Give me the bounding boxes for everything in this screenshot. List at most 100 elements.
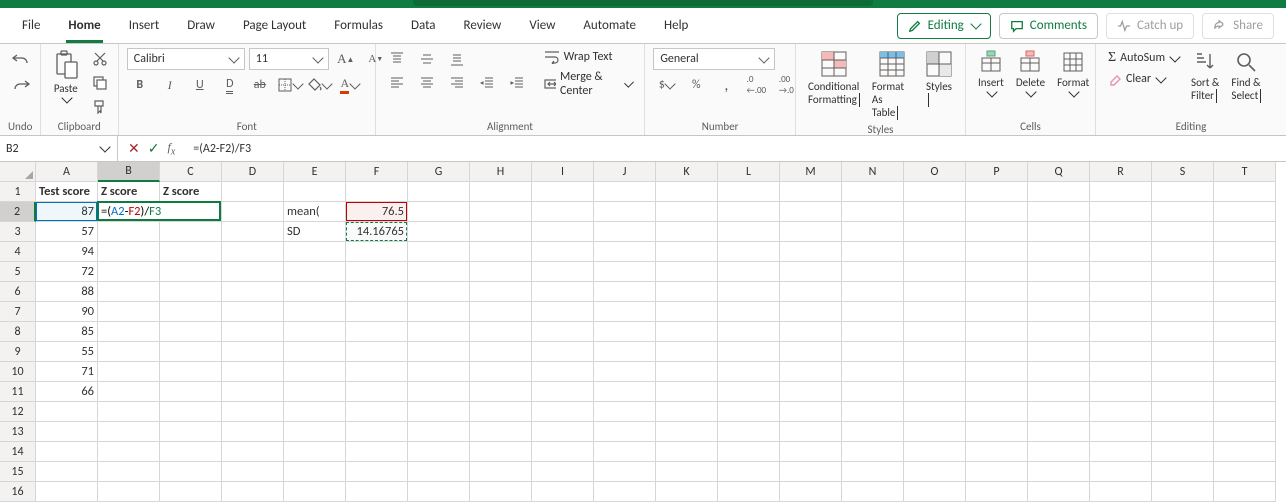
cell[interactable]: [966, 382, 1028, 402]
tab-help[interactable]: Help: [650, 8, 702, 43]
cell[interactable]: [656, 262, 718, 282]
cell[interactable]: [1214, 322, 1276, 342]
cell[interactable]: [780, 442, 842, 462]
cell[interactable]: [532, 342, 594, 362]
cell[interactable]: [656, 402, 718, 422]
number-format-select[interactable]: General: [653, 48, 775, 70]
font-color-button[interactable]: A: [337, 74, 363, 96]
cell[interactable]: [780, 282, 842, 302]
cell[interactable]: [98, 382, 160, 402]
cell[interactable]: [284, 322, 346, 342]
cell[interactable]: [904, 362, 966, 382]
cell[interactable]: [904, 422, 966, 442]
cell[interactable]: [1028, 262, 1090, 282]
cell[interactable]: [1090, 362, 1152, 382]
cell[interactable]: [470, 342, 532, 362]
select-all-corner[interactable]: [0, 162, 36, 182]
align-middle-button[interactable]: [414, 48, 440, 70]
cell[interactable]: [656, 442, 718, 462]
cell[interactable]: [780, 222, 842, 242]
cell[interactable]: [1152, 302, 1214, 322]
cell[interactable]: [966, 362, 1028, 382]
cell[interactable]: Test score: [36, 182, 98, 202]
cell[interactable]: SD: [284, 222, 346, 242]
cell[interactable]: [842, 302, 904, 322]
row-header[interactable]: 11: [0, 382, 36, 402]
cell[interactable]: [594, 342, 656, 362]
cell[interactable]: [842, 202, 904, 222]
row-header[interactable]: 3: [0, 222, 36, 242]
cell[interactable]: [656, 482, 718, 502]
editing-mode-button[interactable]: Editing: [897, 13, 991, 39]
cell[interactable]: [408, 442, 470, 462]
cell[interactable]: [408, 382, 470, 402]
cell[interactable]: [98, 322, 160, 342]
cell[interactable]: [346, 322, 408, 342]
cell[interactable]: [408, 282, 470, 302]
cell[interactable]: [780, 362, 842, 382]
cell[interactable]: [346, 342, 408, 362]
cell[interactable]: [346, 402, 408, 422]
cell[interactable]: [408, 302, 470, 322]
undo-button[interactable]: [8, 48, 34, 70]
cell[interactable]: [222, 402, 284, 422]
column-header[interactable]: A: [36, 162, 98, 182]
find-select-button[interactable]: Find &Select: [1227, 48, 1265, 104]
column-header[interactable]: E: [284, 162, 346, 182]
cell[interactable]: [1214, 462, 1276, 482]
cell[interactable]: [470, 182, 532, 202]
cell[interactable]: [160, 262, 222, 282]
cell[interactable]: Z score: [98, 182, 160, 202]
cell[interactable]: [966, 422, 1028, 442]
cell[interactable]: [98, 362, 160, 382]
cell[interactable]: [780, 322, 842, 342]
cell[interactable]: 94: [36, 242, 98, 262]
cell[interactable]: [1214, 222, 1276, 242]
cell[interactable]: 88: [36, 282, 98, 302]
cell[interactable]: [718, 482, 780, 502]
cell[interactable]: [1152, 482, 1214, 502]
cell[interactable]: [1214, 302, 1276, 322]
row-header[interactable]: 2: [0, 202, 36, 222]
cell[interactable]: [98, 222, 160, 242]
cell[interactable]: [904, 382, 966, 402]
cell[interactable]: 55: [36, 342, 98, 362]
row-header[interactable]: 1: [0, 182, 36, 202]
cell[interactable]: [222, 462, 284, 482]
fx-icon[interactable]: fx: [167, 140, 175, 157]
cell[interactable]: [346, 362, 408, 382]
share-button[interactable]: Share: [1202, 13, 1274, 39]
cell[interactable]: [594, 262, 656, 282]
cell[interactable]: [904, 402, 966, 422]
cell[interactable]: 87: [36, 202, 98, 222]
cell[interactable]: [284, 342, 346, 362]
cell[interactable]: [532, 422, 594, 442]
comments-button[interactable]: Comments: [999, 13, 1098, 39]
cell[interactable]: [594, 302, 656, 322]
cell[interactable]: [656, 302, 718, 322]
sort-filter-button[interactable]: Sort &Filter: [1187, 48, 1223, 104]
borders-button[interactable]: [277, 74, 303, 96]
cell[interactable]: [842, 322, 904, 342]
row-header[interactable]: 7: [0, 302, 36, 322]
cell[interactable]: [470, 382, 532, 402]
cell[interactable]: [346, 242, 408, 262]
cell[interactable]: [842, 242, 904, 262]
cell[interactable]: [470, 322, 532, 342]
cell[interactable]: [718, 202, 780, 222]
cell[interactable]: [1028, 382, 1090, 402]
cell[interactable]: [718, 222, 780, 242]
cell[interactable]: [1152, 262, 1214, 282]
cell[interactable]: Z score: [160, 182, 222, 202]
cell[interactable]: [842, 382, 904, 402]
column-header[interactable]: I: [532, 162, 594, 182]
align-left-button[interactable]: [384, 72, 410, 94]
cell[interactable]: [1214, 202, 1276, 222]
cell[interactable]: [346, 282, 408, 302]
cell[interactable]: [904, 462, 966, 482]
cell[interactable]: [594, 282, 656, 302]
cell[interactable]: [656, 242, 718, 262]
row-header[interactable]: 5: [0, 262, 36, 282]
cell[interactable]: [718, 462, 780, 482]
column-header[interactable]: P: [966, 162, 1028, 182]
